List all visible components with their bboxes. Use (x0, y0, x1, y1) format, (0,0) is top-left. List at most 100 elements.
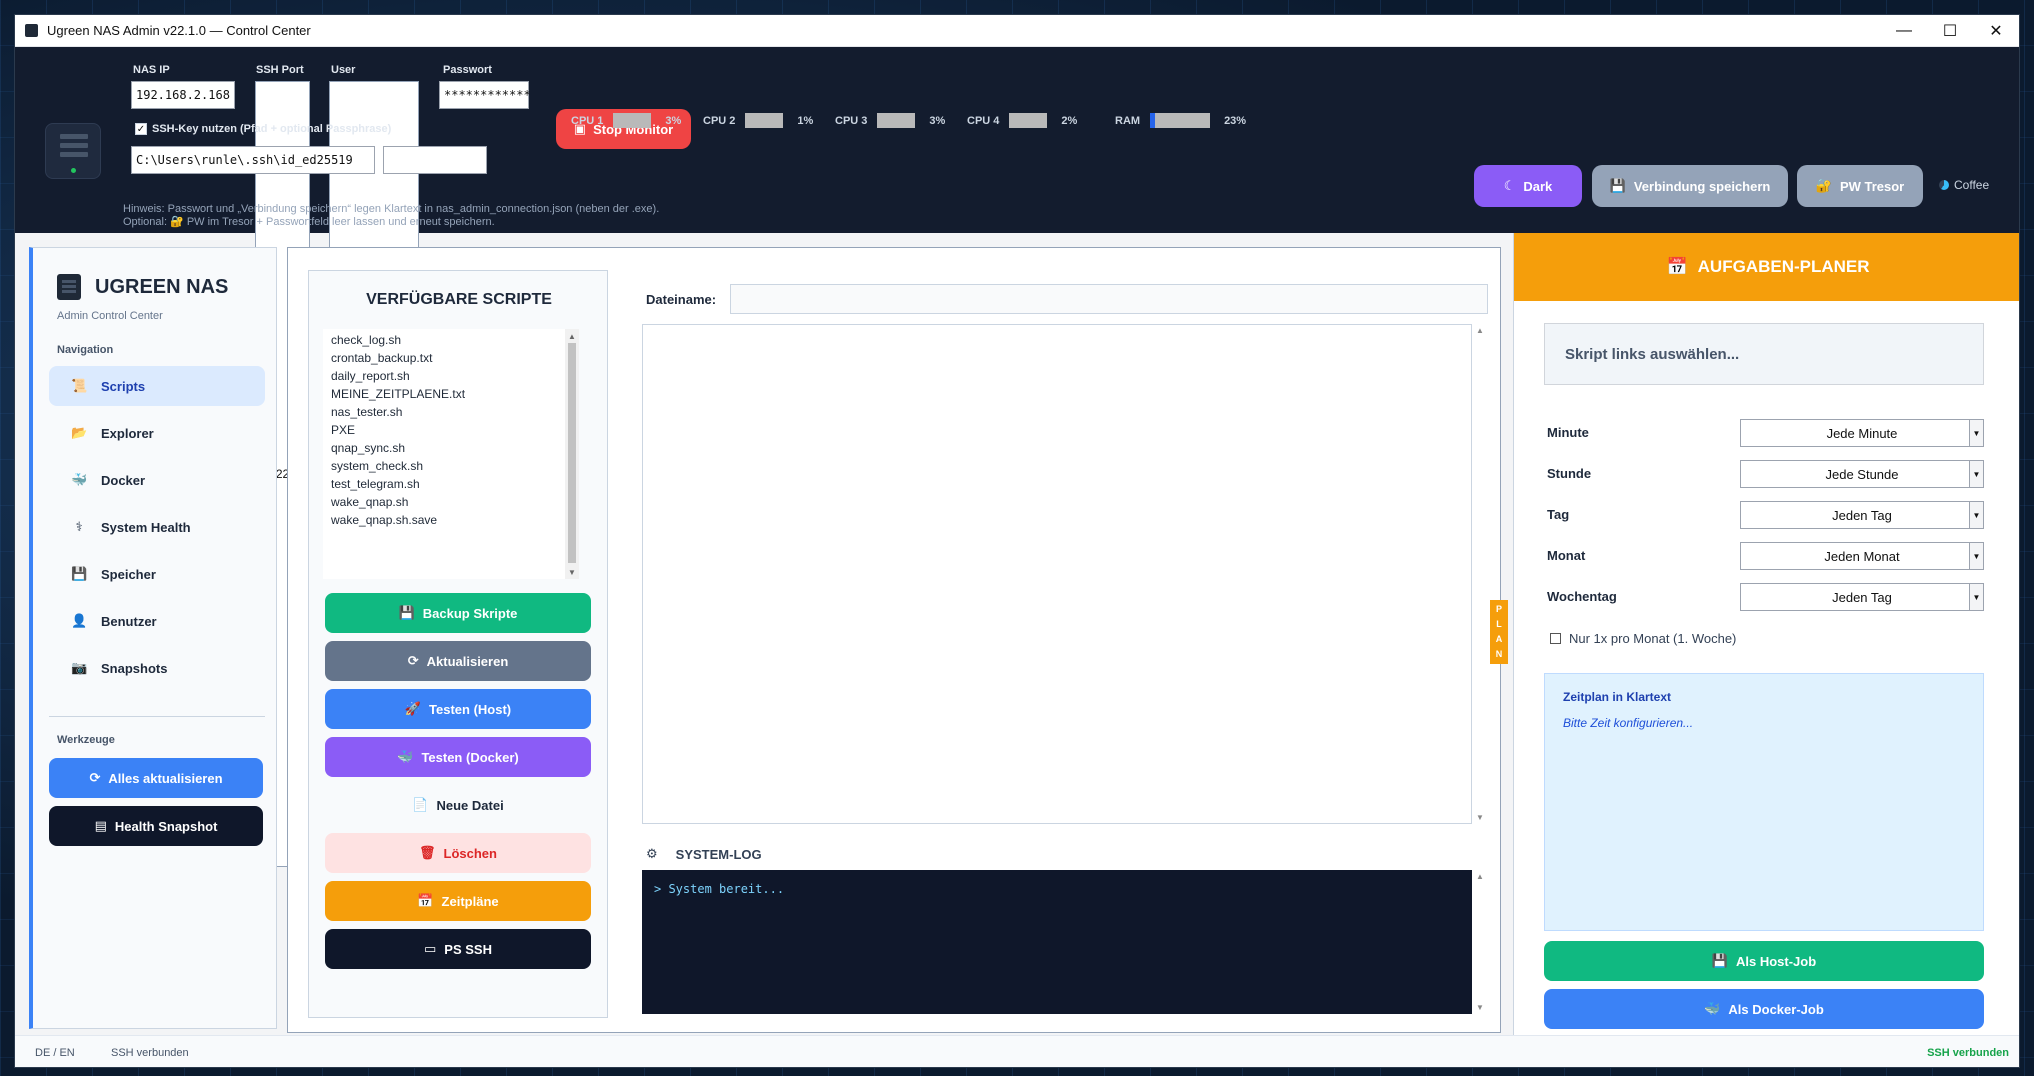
editor-scrollbar[interactable]: ▲ ▼ (1474, 324, 1488, 824)
window-title: Ugreen NAS Admin v22.1.0 — Control Cente… (47, 23, 311, 38)
save-connection-label: Verbindung speichern (1633, 178, 1771, 194)
once-per-month-checkbox[interactable]: Nur 1x pro Monat (1. Woche) (1550, 631, 1736, 646)
coffee-link[interactable]: Coffee (1939, 178, 1989, 192)
script-list-scrollbar[interactable]: ▲ ▼ (565, 329, 579, 579)
script-list-item[interactable]: wake_qnap.sh.save (323, 511, 579, 529)
password-input[interactable]: ************ (439, 81, 531, 109)
health-snapshot-button[interactable]: ▤ Health Snapshot (49, 806, 263, 846)
sidebar-item-label: Scripts (101, 378, 146, 394)
health-snapshot-label: Health Snapshot (114, 818, 218, 834)
script-list[interactable]: check_log.sh crontab_backup.txt daily_repo… (323, 329, 579, 579)
sidebar-item-explorer[interactable]: 📂 Explorer (49, 413, 265, 453)
system-log-title: SYSTEM-LOG (675, 846, 762, 862)
sidebar-item-speicher[interactable]: 💾 Speicher (49, 554, 265, 594)
docker-icon: 🐳 (1704, 1001, 1721, 1016)
sidebar-item-scripts[interactable]: 📜 Scripts (49, 366, 265, 406)
calendar-icon: 📅 (417, 893, 434, 908)
planner-select-minute[interactable]: Jede Minute ▼ (1740, 419, 1984, 447)
coffee-label: Coffee (1954, 178, 1990, 192)
script-list-item[interactable]: PXE (323, 421, 579, 439)
scroll-down-icon[interactable]: ▼ (1476, 1003, 1484, 1012)
docker-job-button[interactable]: 🐳 Als Docker-Job (1544, 989, 1984, 1029)
scroll-up-icon[interactable]: ▲ (1476, 872, 1484, 881)
minimize-button[interactable]: — (1881, 15, 1927, 47)
report-icon: ▤ (94, 818, 107, 833)
script-list-item[interactable]: qnap_sync.sh (323, 439, 579, 457)
delete-button[interactable]: 🗑 Löschen (325, 833, 591, 873)
pw-vault-label: PW Tresor (1839, 178, 1905, 194)
sidebar-item-system-health[interactable]: ⚕ System Health (49, 507, 265, 547)
script-list-item[interactable]: nas_tester.sh (323, 403, 579, 421)
schedules-button[interactable]: 📅 Zeitpläne (325, 881, 591, 921)
backup-scripts-button[interactable]: 💾 Backup Skripte (325, 593, 591, 633)
log-scrollbar[interactable]: ▲ ▼ (1474, 870, 1488, 1014)
refresh-scripts-button[interactable]: ⟳ Aktualisieren (325, 641, 591, 681)
planner-field-label: Stunde (1547, 466, 1592, 481)
sidebar-item-snapshots[interactable]: 📷 Snapshots (49, 648, 265, 688)
scroll-down-icon[interactable]: ▼ (1476, 813, 1484, 822)
refresh-all-button[interactable]: ⟳ Alles aktualisieren (49, 758, 263, 798)
script-list-item[interactable]: crontab_backup.txt (323, 349, 579, 367)
dark-mode-button[interactable]: ☾ Dark (1474, 165, 1582, 207)
terminal-icon: ▭ (424, 941, 437, 956)
planner-select-monat[interactable]: Jeden Monat ▼ (1740, 542, 1984, 570)
ssh-key-checkbox-label: SSH-Key nutzen (Pfad + optional Passphra… (152, 123, 392, 135)
ps-ssh-button[interactable]: ▭ PS SSH (325, 929, 591, 969)
save-connection-button[interactable]: 💾 Verbindung speichern (1592, 165, 1788, 207)
script-list-item[interactable]: MEINE_ZEITPLAENE.txt (323, 385, 579, 403)
script-editor[interactable] (642, 324, 1472, 824)
filename-label: Dateiname: (646, 292, 717, 307)
host-job-button[interactable]: 💾 Als Host-Job (1544, 941, 1984, 981)
chevron-down-icon: ▼ (1969, 461, 1983, 487)
moon-icon: ☾ (1503, 178, 1516, 193)
close-button[interactable]: ✕ (1973, 15, 2019, 47)
metric-bar (877, 113, 916, 128)
pw-vault-button[interactable]: 🔐 PW Tresor (1797, 165, 1923, 207)
scroll-up-icon[interactable]: ▲ (1476, 326, 1484, 335)
ssh-status-right: SSH verbunden (1927, 1047, 2009, 1059)
ssh-key-path-input[interactable]: C:\Users\runle\.ssh\id_ed25519 (131, 146, 375, 174)
scroll-down-icon[interactable]: ▼ (565, 565, 579, 579)
log-icon: ⚙ (646, 846, 658, 861)
new-file-button[interactable]: 📄 Neue Datei (325, 785, 591, 825)
planner-select-wochentag[interactable]: Jeden Tag ▼ (1740, 583, 1984, 611)
script-list-item[interactable]: check_log.sh (323, 331, 579, 349)
sidebar-item-label: Benutzer (101, 613, 157, 629)
chevron-down-icon: ▼ (1969, 584, 1983, 610)
refresh-scripts-label: Aktualisieren (426, 653, 509, 669)
system-log-header: ⚙ SYSTEM-LOG (646, 846, 762, 862)
task-planner: 📅 AUFGABEN-PLANER Skript links auswählen… (1513, 233, 2019, 1049)
folder-icon: 📂 (71, 425, 88, 440)
nas-ip-input[interactable]: 192.168.2.168 (131, 81, 235, 109)
chevron-down-icon: ▼ (1969, 543, 1983, 569)
planner-select-tag[interactable]: Jeden Tag ▼ (1740, 501, 1984, 529)
scroll-up-icon[interactable]: ▲ (565, 329, 579, 343)
script-list-item[interactable]: system_check.sh (323, 457, 579, 475)
sidebar-item-benutzer[interactable]: 👤 Benutzer (49, 601, 265, 641)
chevron-down-icon: ▼ (1969, 502, 1983, 528)
planner-select-stunde[interactable]: Jede Stunde ▼ (1740, 460, 1984, 488)
script-list-item[interactable]: wake_qnap.sh (323, 493, 579, 511)
brand-title: UGREEN NAS (95, 276, 229, 298)
ssh-status-left: SSH verbunden (111, 1047, 189, 1059)
save-icon: 💾 (1609, 178, 1626, 193)
test-docker-button[interactable]: 🐳 Testen (Docker) (325, 737, 591, 777)
schedule-plaintext-value: Bitte Zeit konfigurieren... (1563, 716, 1694, 730)
test-docker-label: Testen (Docker) (421, 749, 519, 765)
metric-bar (745, 113, 784, 128)
plan-tab[interactable]: P L A N (1490, 600, 1508, 664)
sidebar-item-docker[interactable]: 🐳 Docker (49, 460, 265, 500)
planner-field-label: Wochentag (1547, 589, 1617, 604)
test-host-button[interactable]: 🚀 Testen (Host) (325, 689, 591, 729)
language-toggle[interactable]: DE / EN (35, 1047, 75, 1059)
log-line: > System bereit... (654, 882, 785, 896)
system-log-console[interactable]: > System bereit... (642, 870, 1472, 1014)
filename-input[interactable] (730, 284, 1488, 314)
save-icon: 💾 (1711, 953, 1728, 968)
refresh-all-label: Alles aktualisieren (108, 770, 223, 786)
ssh-passphrase-input[interactable] (383, 146, 487, 174)
ssh-key-checkbox[interactable]: ✓ SSH-Key nutzen (Pfad + optional Passph… (135, 123, 391, 135)
maximize-button[interactable]: ☐ (1927, 15, 1973, 47)
script-list-item[interactable]: test_telegram.sh (323, 475, 579, 493)
script-list-item[interactable]: daily_report.sh (323, 367, 579, 385)
